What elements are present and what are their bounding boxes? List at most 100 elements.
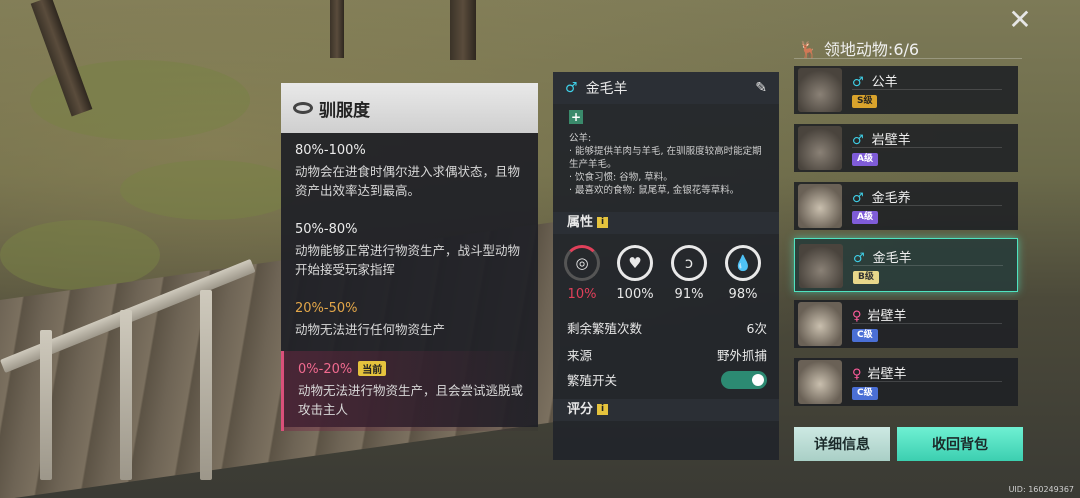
- card-name-text: 公羊: [871, 75, 898, 90]
- roster-title-text: 领地动物:6/6: [823, 40, 920, 59]
- info-icon[interactable]: i: [597, 217, 609, 228]
- stat-value: 98%: [728, 287, 758, 302]
- card-name-text: 岩壁羊: [871, 133, 911, 148]
- taming-level-high: 80%-100% 动物会在进食时偶尔进入求偶状态，且物资产出效率达到最高。: [281, 133, 538, 212]
- source-row: 来源 野外抓捕: [567, 345, 767, 364]
- water-drop-icon: 💧: [725, 245, 761, 281]
- row-value: 6次: [746, 321, 767, 336]
- animal-description: 公羊: · 能够提供羊肉与羊毛, 在驯服度较高时能定期生产羊毛。 · 饮食习惯:…: [569, 132, 769, 197]
- stat-value: 10%: [567, 287, 597, 302]
- animal-card-selected[interactable]: ♂ 金毛羊 B级: [794, 238, 1018, 292]
- male-icon: ♂: [565, 80, 578, 96]
- grade-badge: C级: [852, 329, 878, 342]
- animal-name: 金毛羊: [585, 81, 628, 97]
- taming-range: 50%-80%: [295, 222, 358, 237]
- card-name-text: 金毛养: [871, 191, 911, 206]
- stat-hunger: ↄ 91%: [669, 245, 709, 302]
- pencil-icon[interactable]: ✎: [755, 80, 767, 96]
- taming-desc: 动物无法进行物资生产，且会尝试逃脱或攻击主人: [298, 383, 524, 417]
- taming-desc: 动物无法进行任何物资生产: [295, 322, 446, 337]
- male-icon: ♂: [853, 251, 865, 266]
- taming-desc: 动物会在进食时偶尔进入求偶状态，且物资产出效率达到最高。: [295, 164, 521, 198]
- stat-health: ♥ 100%: [615, 245, 655, 302]
- attributes-section-title: 属性 i: [553, 212, 779, 234]
- breed-toggle-row: 繁殖开关: [567, 370, 767, 389]
- animal-detail-panel: ♂ 金毛羊 ✎ + 公羊: · 能够提供羊肉与羊毛, 在驯服度较高时能定期生产羊…: [553, 72, 779, 460]
- male-icon: ♂: [852, 191, 864, 206]
- animal-card-name: ♀ 岩壁羊: [852, 363, 907, 382]
- card-name-text: 金毛羊: [872, 251, 912, 266]
- grade-badge: S级: [852, 95, 878, 108]
- rating-section-title: 评分 i: [553, 399, 779, 421]
- animal-detail-header: ♂ 金毛羊 ✎: [553, 72, 779, 104]
- uid-label: UID: 160249367: [1008, 485, 1074, 494]
- heart-icon: ♥: [617, 245, 653, 281]
- current-badge: 当前: [358, 361, 387, 376]
- male-icon: ♂: [852, 75, 864, 90]
- taming-panel-title: 驯服度: [319, 100, 370, 121]
- animal-card[interactable]: ♂ 公羊 S级: [794, 66, 1018, 114]
- card-name-text: 岩壁羊: [867, 309, 907, 324]
- card-divider: [852, 323, 1002, 324]
- stat-value: 100%: [616, 287, 654, 302]
- roster-divider: [794, 58, 1022, 59]
- card-name-text: 岩壁羊: [867, 367, 907, 382]
- rating-title: 评分: [567, 402, 594, 417]
- goat-portrait: [798, 184, 842, 228]
- card-divider: [852, 381, 1002, 382]
- card-divider: [852, 89, 1002, 90]
- details-button[interactable]: 详细信息: [794, 427, 890, 461]
- stat-taming: ◎ 10%: [562, 245, 602, 302]
- plus-icon[interactable]: +: [569, 110, 583, 124]
- goat-portrait: [798, 360, 842, 404]
- taming-range: 80%-100%: [295, 143, 366, 158]
- recall-to-bag-button[interactable]: 收回背包: [897, 427, 1023, 461]
- taming-panel-header: 驯服度: [281, 83, 538, 133]
- animal-card[interactable]: ♀ 岩壁羊 C级: [794, 358, 1018, 406]
- desc-line: · 最喜欢的食物: 鼠尾草, 金银花等草料。: [569, 185, 740, 196]
- animal-card-name: ♂ 金毛羊: [853, 247, 912, 266]
- taming-range: 20%-50%: [295, 301, 358, 316]
- stat-value: 91%: [674, 287, 704, 302]
- attributes-title: 属性: [567, 215, 594, 230]
- deer-icon: 🦌: [798, 40, 818, 59]
- taming-range-text: 0%-20%: [298, 362, 353, 377]
- female-icon: ♀: [852, 309, 862, 324]
- desc-line: · 能够提供羊肉与羊毛, 在驯服度较高时能定期生产羊毛。: [569, 146, 762, 170]
- female-icon: ♀: [852, 367, 862, 382]
- desc-line: 公羊:: [569, 133, 592, 144]
- card-divider: [852, 205, 1002, 206]
- animal-card[interactable]: ♀ 岩壁羊 C级: [794, 300, 1018, 348]
- ram-portrait: [799, 244, 843, 288]
- grade-badge: A级: [852, 211, 878, 224]
- animal-card-name: ♂ 公羊: [852, 71, 898, 90]
- stomach-icon: ↄ: [671, 245, 707, 281]
- close-icon[interactable]: ✕: [1006, 6, 1034, 34]
- taming-level-low: 20%-50% 动物无法进行任何物资生产: [281, 291, 538, 351]
- row-label: 来源: [567, 348, 593, 363]
- breed-toggle[interactable]: [721, 370, 767, 389]
- grade-badge: A级: [852, 153, 878, 166]
- animal-card[interactable]: ♂ 岩壁羊 A级: [794, 124, 1018, 172]
- collar-icon: ◎: [564, 245, 600, 281]
- roster-title: 🦌 领地动物:6/6: [798, 36, 919, 60]
- breed-count-row: 剩余繁殖次数 6次: [567, 318, 767, 337]
- male-icon: ♂: [852, 133, 864, 148]
- taming-info-panel: 驯服度 80%-100% 动物会在进食时偶尔进入求偶状态，且物资产出效率达到最高…: [281, 83, 538, 431]
- animal-card[interactable]: ♂ 金毛养 A级: [794, 182, 1018, 230]
- ram-portrait: [798, 126, 842, 170]
- taming-range: 0%-20% 当前: [298, 361, 524, 377]
- animal-card-name: ♂ 金毛养: [852, 187, 911, 206]
- ram-portrait: [798, 68, 842, 112]
- desc-line: · 饮食习惯: 谷物, 草料。: [569, 172, 673, 183]
- row-value: 野外抓捕: [716, 348, 767, 363]
- grade-badge: C级: [852, 387, 878, 400]
- info-icon[interactable]: i: [597, 404, 609, 415]
- row-label: 繁殖开关: [567, 373, 618, 388]
- taming-level-mid: 50%-80% 动物能够正常进行物资生产，战斗型动物开始接受玩家指挥: [281, 212, 538, 291]
- taming-desc: 动物能够正常进行物资生产，战斗型动物开始接受玩家指挥: [295, 243, 521, 277]
- card-divider: [853, 265, 1003, 266]
- toggle-knob: [752, 373, 764, 386]
- stat-thirst: 💧 98%: [723, 245, 763, 302]
- row-label: 剩余繁殖次数: [567, 321, 643, 336]
